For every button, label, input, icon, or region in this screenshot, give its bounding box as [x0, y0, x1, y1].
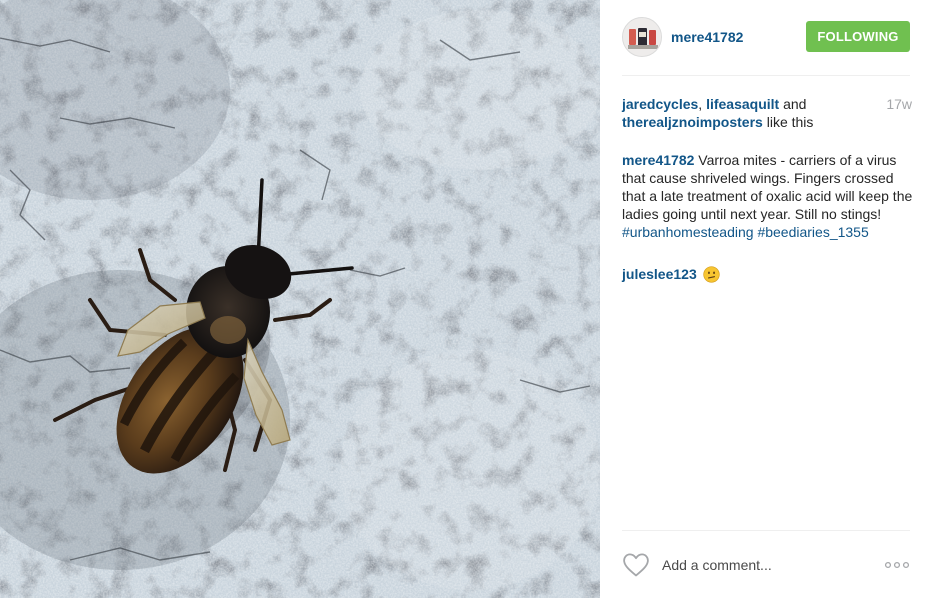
- header-divider: [622, 75, 910, 76]
- likes-and-text: and: [779, 96, 807, 112]
- bee-photo-icon: [0, 0, 600, 598]
- caption-hashtags: #urbanhomesteading #beediaries_1355: [622, 223, 914, 241]
- post-photo[interactable]: [0, 0, 600, 598]
- user-avatar-icon: [623, 18, 661, 56]
- comment-username[interactable]: juleslee123: [622, 265, 697, 283]
- footer-divider: [622, 530, 910, 531]
- post-author-username[interactable]: mere41782: [671, 29, 743, 45]
- add-comment-input[interactable]: [662, 552, 862, 578]
- post-sidebar: mere41782 FOLLOWING jaredcycles, lifeasa…: [600, 0, 934, 598]
- post-caption: mere41782 Varroa mites - carriers of a v…: [622, 151, 914, 241]
- hashtag-link[interactable]: #urbanhomesteading: [622, 224, 754, 240]
- likes-separator: ,: [698, 96, 707, 112]
- caption-username[interactable]: mere41782: [622, 152, 694, 168]
- comment-item: juleslee123: [622, 265, 914, 283]
- instagram-post: mere41782 FOLLOWING jaredcycles, lifeasa…: [0, 0, 934, 598]
- post-timestamp[interactable]: 17w: [886, 95, 912, 113]
- likes-suffix-text: like this: [762, 114, 814, 130]
- heart-icon[interactable]: [622, 552, 650, 578]
- post-header: mere41782 FOLLOWING: [622, 16, 912, 58]
- likes-summary: jaredcycles, lifeasaquilt and therealjzn…: [622, 95, 872, 131]
- hashtag-link[interactable]: #beediaries_1355: [757, 224, 868, 240]
- user-avatar[interactable]: [622, 17, 662, 57]
- liker-username[interactable]: jaredcycles: [622, 96, 698, 112]
- more-options-icon[interactable]: [884, 558, 910, 572]
- confused-face-emoji-icon: [703, 265, 720, 283]
- liker-username[interactable]: lifeasaquilt: [706, 96, 779, 112]
- following-button[interactable]: FOLLOWING: [806, 21, 910, 52]
- post-footer: [622, 549, 912, 581]
- liker-username[interactable]: therealjznoimposters: [622, 114, 763, 130]
